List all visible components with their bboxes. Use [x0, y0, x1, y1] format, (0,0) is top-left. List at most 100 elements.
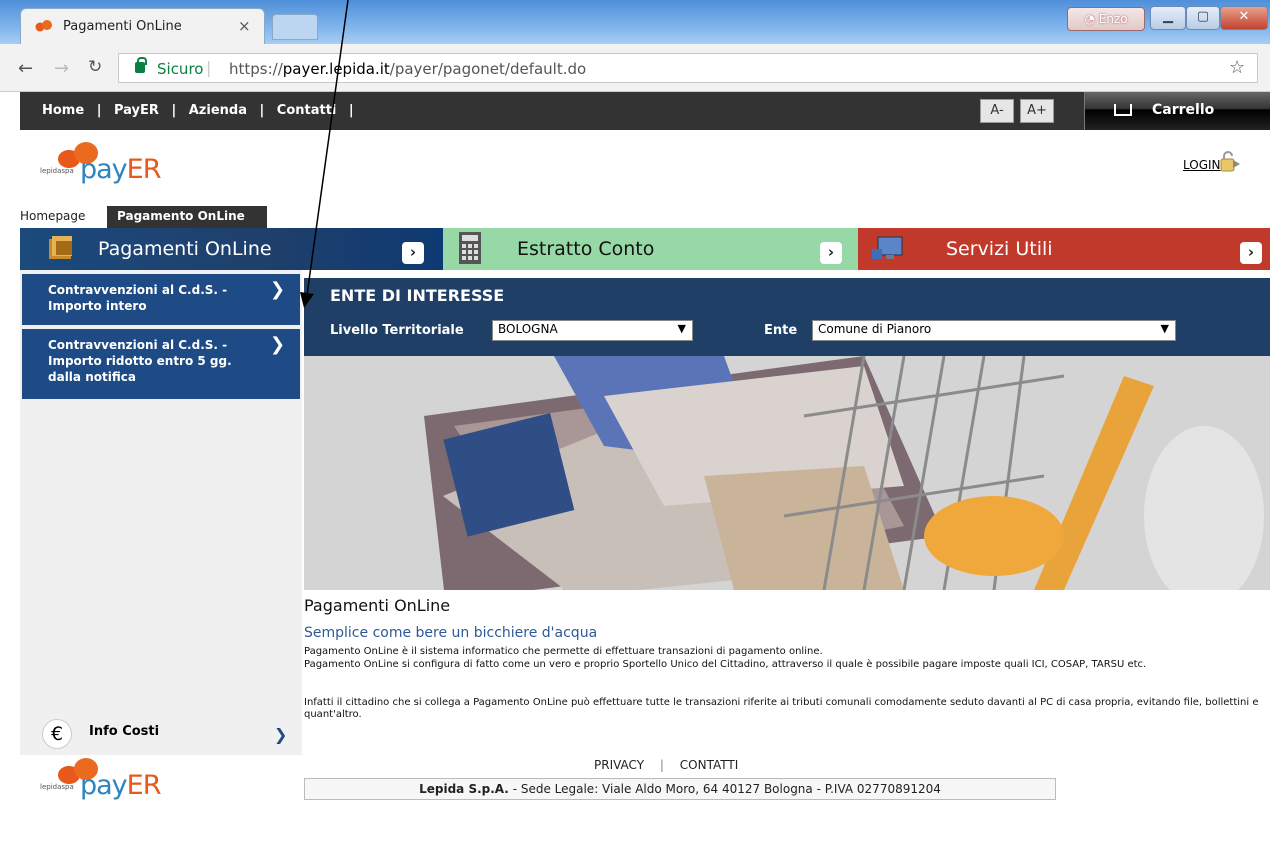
font-decrease-button[interactable]: A- [980, 99, 1014, 123]
url-divider: | [206, 58, 212, 77]
menu-label: Contravvenzioni al C.d.S. - [48, 338, 228, 352]
cart-label: Carrello [1152, 102, 1215, 118]
back-icon[interactable]: ← [18, 58, 33, 79]
browser-menu-icon[interactable]: ⋮ [1265, 58, 1270, 77]
footer-company-info: Lepida S.p.A. - Sede Legale: Viale Aldo … [304, 778, 1056, 800]
monitor-icon [872, 236, 903, 259]
browser-tab[interactable]: Pagamenti OnLine × [20, 8, 265, 44]
cart-button[interactable]: Carrello [1084, 92, 1270, 130]
livello-territoriale-select[interactable]: BOLOGNA ▼ [492, 320, 693, 341]
reload-icon[interactable]: ↻ [88, 57, 102, 77]
logo-lepida: lepidaspa [40, 783, 74, 791]
footer-sep: | [659, 758, 664, 772]
hero-image-cart-with-banknotes [304, 356, 1270, 590]
footer-company: Lepida S.p.A. [419, 782, 509, 796]
chevron-right-icon[interactable]: › [402, 242, 424, 264]
footer-links: PRIVACY | CONTATTI [594, 758, 738, 772]
payer-favicon-icon [35, 20, 52, 32]
dropdown-arrow-icon: ▼ [677, 322, 686, 335]
footer-privacy-link[interactable]: PRIVACY [594, 758, 644, 772]
nav-sep: | [259, 103, 265, 118]
logo-er: ER [126, 154, 162, 185]
category-label: Pagamenti OnLine [98, 238, 272, 260]
url-text: https://payer.lepida.it/payer/pagonet/de… [229, 60, 586, 78]
nav-sep: | [96, 103, 102, 118]
window-close-button[interactable]: ✕ [1220, 6, 1268, 30]
ente-select[interactable]: Comune di Pianoro ▼ [812, 320, 1176, 341]
profile-icon: ◔ [1084, 12, 1099, 26]
content-title: Pagamenti OnLine [304, 596, 451, 615]
nav-azienda[interactable]: Azienda [189, 103, 247, 118]
wallet-icon [49, 236, 72, 259]
chevron-right-icon: ❯ [270, 334, 286, 355]
chevron-right-icon[interactable]: › [820, 242, 842, 264]
browser-tab-bar: Pagamenti OnLine × ◔ Enzo ▁ ▢ ✕ [0, 0, 1270, 44]
menu-label: dalla notifica [48, 370, 136, 384]
breadcrumb-home[interactable]: Homepage [20, 209, 85, 223]
bookmark-star-icon[interactable]: ☆ [1229, 57, 1245, 78]
menu-label: Importo ridotto entro 5 gg. [48, 354, 232, 368]
logo-lepida: lepidaspa [40, 167, 74, 175]
address-bar-row: ← → ↻ Sicuro | https://payer.lepida.it/p… [0, 44, 1270, 92]
nav-payer[interactable]: PayER [114, 103, 159, 118]
nav-sep: | [171, 103, 177, 118]
ente-panel: ENTE DI INTERESSE Livello Territoriale B… [304, 278, 1270, 356]
profile-name: Enzo [1098, 12, 1128, 26]
secure-label: Sicuro [157, 60, 204, 78]
info-costi-link[interactable]: € Info Costi ❯ [42, 719, 287, 749]
category-label: Estratto Conto [517, 238, 655, 260]
content-paragraph: Pagamento OnLine si configura di fatto c… [304, 659, 1147, 670]
info-costi-label: Info Costi [89, 724, 160, 739]
content-paragraph: Infatti il cittadino che si collega a Pa… [304, 697, 1259, 720]
chevron-right-icon: ❯ [274, 725, 288, 744]
content-subtitle: Semplice come bere un bicchiere d'acqua [304, 625, 598, 641]
menu-label: Contravvenzioni al C.d.S. - [48, 283, 228, 297]
site-header: lepidaspa payER LOGIN [20, 130, 1270, 202]
cart-icon [1114, 104, 1132, 116]
livello-label: Livello Territoriale [330, 323, 464, 338]
category-servizi-utili[interactable]: Servizi Utili › [858, 228, 1270, 270]
tab-close-icon[interactable]: × [238, 17, 251, 35]
site-top-nav: Home | PayER | Azienda | Contatti | A- A… [20, 92, 1270, 130]
footer-payer-logo: lepidaspa payER [38, 752, 161, 802]
annotation-arrow-icon [300, 0, 349, 308]
livello-value: BOLOGNA [498, 322, 558, 336]
font-increase-button[interactable]: A+ [1020, 99, 1054, 123]
menu-label: Importo intero [48, 299, 147, 313]
lock-icon [135, 57, 147, 73]
nav-home[interactable]: Home [42, 103, 84, 118]
menu-contravvenzioni-importo-intero[interactable]: Contravvenzioni al C.d.S. - Importo inte… [22, 274, 300, 325]
footer-address: - Sede Legale: Viale Aldo Moro, 64 40127… [508, 782, 941, 796]
logo-pay: pay [80, 770, 128, 801]
dropdown-arrow-icon: ▼ [1160, 322, 1169, 335]
euro-icon: € [42, 719, 72, 749]
breadcrumb: Homepage Pagamento OnLine [20, 206, 270, 228]
calculator-icon [459, 232, 481, 264]
logo-er: ER [126, 770, 162, 801]
padlock-login-icon[interactable] [1218, 150, 1242, 174]
maximize-button[interactable]: ▢ [1186, 6, 1220, 30]
category-estratto-conto[interactable]: Estratto Conto › [443, 228, 858, 270]
minimize-button[interactable]: ▁ [1150, 6, 1186, 30]
logo-pay: pay [80, 154, 128, 185]
left-sidebar: Contravvenzioni al C.d.S. - Importo inte… [20, 270, 302, 755]
content-paragraph: Pagamento OnLine è il sistema informatic… [304, 646, 823, 657]
payer-logo[interactable]: lepidaspa payER [38, 136, 161, 186]
tab-title: Pagamenti OnLine [63, 19, 182, 34]
chevron-right-icon[interactable]: › [1240, 242, 1262, 264]
shopping-cart-banknotes-image [304, 356, 1270, 590]
url-field[interactable]: Sicuro | https://payer.lepida.it/payer/p… [118, 53, 1258, 83]
url-prefix: https:// [229, 60, 283, 78]
ente-value: Comune di Pianoro [818, 322, 932, 336]
login-link[interactable]: LOGIN [1183, 158, 1221, 172]
footer-contatti-link[interactable]: CONTATTI [680, 758, 738, 772]
forward-icon[interactable]: → [54, 58, 69, 79]
category-label: Servizi Utili [946, 238, 1053, 260]
chevron-right-icon: ❯ [270, 279, 286, 300]
breadcrumb-current: Pagamento OnLine [99, 206, 267, 228]
menu-contravvenzioni-importo-ridotto[interactable]: Contravvenzioni al C.d.S. - Importo rido… [22, 329, 300, 399]
ente-label: Ente [764, 323, 798, 338]
logo-text: payER [80, 770, 161, 801]
profile-button[interactable]: ◔ Enzo [1067, 7, 1145, 31]
logo-text: payER [80, 154, 161, 185]
